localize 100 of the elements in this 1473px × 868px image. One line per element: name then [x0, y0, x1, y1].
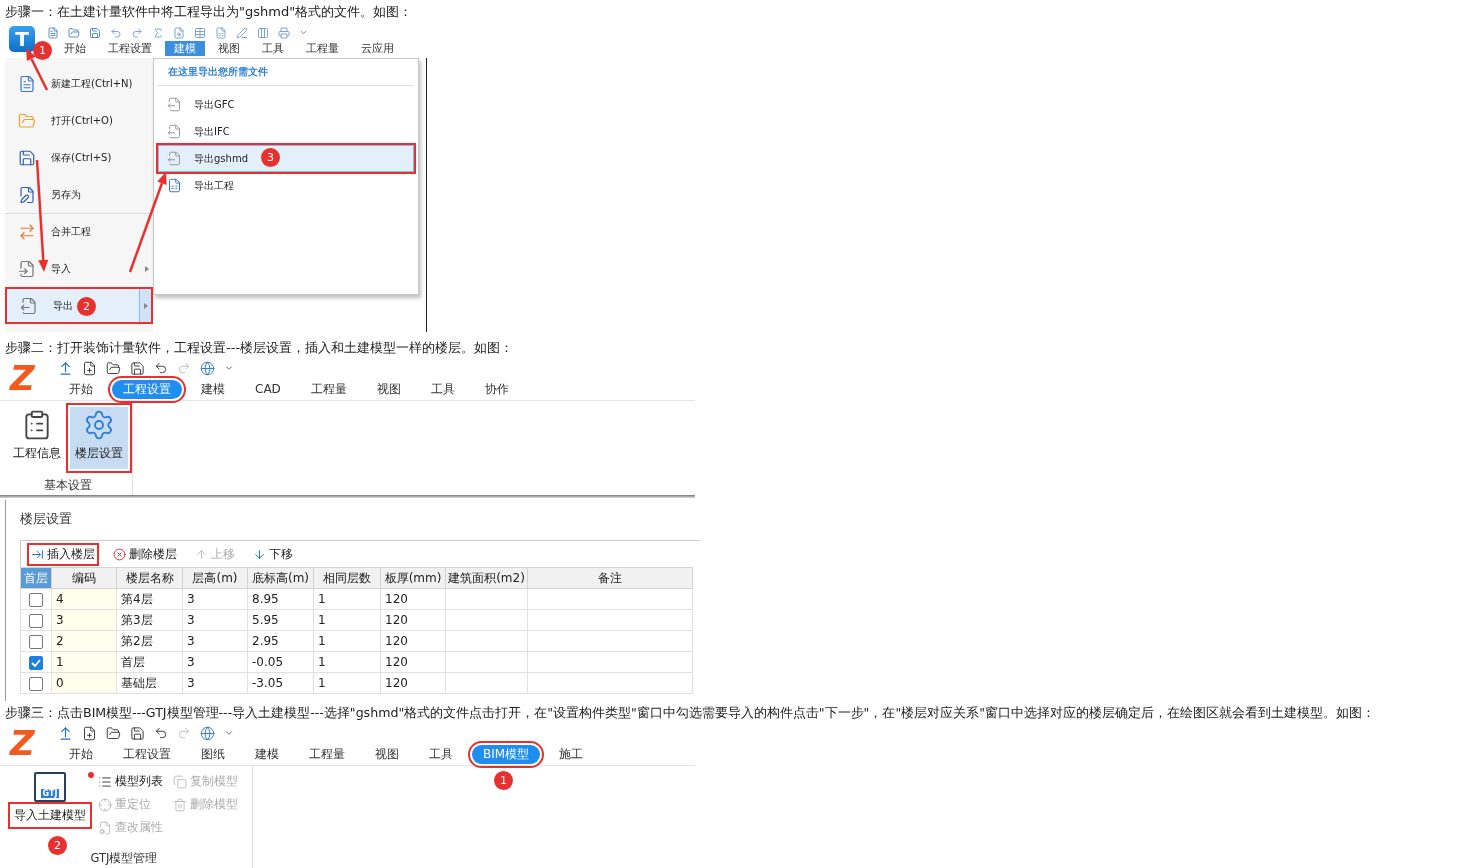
ribbon-tab[interactable]: 工程设置 — [112, 744, 182, 764]
file-import-icon — [18, 260, 36, 278]
checkbox[interactable] — [29, 676, 43, 691]
submenu-header: 在这里导出您所需文件 — [158, 59, 414, 86]
ribbon-tab[interactable]: 协作 — [473, 379, 520, 399]
submenu-item[interactable]: 导出IFC — [158, 118, 414, 145]
submenu-item[interactable]: 导出gshmd 3 — [158, 145, 414, 172]
column-header: 备注 — [527, 567, 693, 589]
ribbon-tab[interactable]: 开始 — [58, 379, 104, 399]
toolbar-button[interactable]: 插入楼层 — [27, 542, 99, 566]
menu-label: 合并工程 — [51, 225, 91, 239]
step-number: 2 — [77, 297, 96, 316]
ribbon-tab[interactable]: 工程量 — [297, 41, 348, 56]
folder-icon[interactable] — [106, 360, 121, 376]
ribbon-button[interactable]: 模型列表 — [98, 772, 163, 792]
down-arrow-icon — [253, 547, 266, 561]
step-caption: 步骤一：在土建计量软件中将工程导出为"gshmd"格式的文件。如图： — [4, 3, 414, 21]
up-arrow-icon — [195, 547, 208, 561]
step-number: 2 — [48, 836, 67, 856]
step-caption: 步骤三：点击BIM模型---GTJ模型管理---导入土建模型---选择"gshmd"格式的文件点击打开，在"设置构件类型"窗口中勾选需要导入的构件点击"下一步"，在"楼层对应关系"窗口中选择对应的楼层确定后，在绘图区就会看到土建模型。如图： — [4, 704, 1376, 723]
group-label: 基本设置 — [43, 478, 93, 495]
undo-icon[interactable] — [154, 726, 168, 741]
ribbon-tab[interactable]: 开始 — [55, 41, 95, 56]
ribbon-tab[interactable]: 施工 — [548, 744, 595, 764]
toolbar-button[interactable]: 删除楼层 — [109, 542, 181, 566]
ribbon-tab[interactable]: 工具 — [419, 379, 466, 399]
toolbar-button[interactable]: 下移 — [249, 542, 297, 566]
upload-icon[interactable] — [58, 725, 73, 741]
column-header: 相同层数 — [313, 567, 381, 589]
ribbon-tab[interactable]: 视图 — [364, 744, 410, 764]
menu-item[interactable]: 导出 2 — [5, 287, 153, 324]
floor-settings-icon — [83, 409, 115, 442]
menu-item[interactable]: 导入 — [5, 250, 153, 287]
ribbon-tab[interactable]: 工具 — [253, 41, 293, 56]
undo-icon[interactable] — [154, 361, 168, 376]
menu-item[interactable]: 另存为 — [5, 176, 153, 213]
ribbon-tab[interactable]: CAD — [244, 381, 292, 398]
ribbon-tab[interactable]: 开始 — [58, 744, 104, 764]
ribbon-tab[interactable]: 建模 — [190, 379, 236, 399]
new-file-icon[interactable] — [82, 725, 97, 741]
checkbox[interactable] — [29, 655, 43, 670]
folder-icon[interactable] — [106, 725, 121, 741]
menu-label: 另存为 — [51, 188, 81, 202]
ribbon-button[interactable]: 工程信息 — [8, 407, 66, 470]
save-icon — [18, 186, 36, 204]
save-icon[interactable] — [89, 26, 101, 39]
column-header: 首层 — [20, 567, 52, 589]
save-icon[interactable] — [130, 725, 145, 741]
submenu-label: 导出工程 — [194, 178, 234, 193]
ribbon-tab[interactable]: 视图 — [365, 379, 412, 399]
save-icon — [18, 149, 36, 167]
redo-icon[interactable] — [131, 26, 143, 39]
caret-icon — [143, 302, 148, 309]
save-icon[interactable] — [130, 360, 145, 376]
new-file-icon[interactable] — [82, 360, 97, 376]
checkbox[interactable] — [29, 634, 43, 649]
menu-item[interactable]: 新建工程(Ctrl+N) — [5, 65, 153, 102]
column-header: 楼层名称 — [116, 567, 183, 589]
sigma-icon[interactable] — [152, 26, 164, 39]
ribbon-tab[interactable]: 图纸 — [190, 744, 236, 764]
printer-icon[interactable] — [278, 26, 290, 39]
globe-icon[interactable] — [200, 725, 215, 741]
caret-icon[interactable] — [299, 28, 308, 37]
ribbon-tab[interactable]: 视图 — [209, 41, 249, 56]
submenu-label: 导出GFC — [194, 97, 235, 112]
upload-icon[interactable] — [58, 360, 73, 376]
menu-label: 导出 — [53, 298, 73, 313]
ribbon-tab[interactable]: 工程量 — [299, 379, 358, 399]
file-export-icon — [167, 151, 182, 166]
step-caption: 步骤二：打开装饰计量软件，工程设置---楼层设置，插入和土建模型一样的楼层。如图： — [4, 339, 515, 358]
ribbon-tab[interactable]: 工具 — [418, 744, 464, 764]
submenu-item[interactable]: 导出工程 — [158, 172, 414, 199]
checkbox[interactable] — [29, 592, 43, 607]
folder-icon — [18, 112, 36, 130]
menu-label: 导入 — [51, 262, 71, 276]
globe-icon[interactable] — [200, 360, 215, 376]
column-header: 建筑面积(m2) — [445, 567, 528, 589]
ribbon-tab[interactable]: 云应用 — [352, 41, 403, 56]
column-header: 板厚(mm) — [380, 567, 446, 589]
submenu-item[interactable]: 导出GFC — [158, 91, 414, 118]
ribbon-tab[interactable]: 工程量 — [298, 744, 356, 764]
trash-icon — [173, 797, 187, 812]
delete-icon — [113, 547, 126, 561]
document-icon[interactable] — [47, 26, 59, 39]
menu-item[interactable]: 打开(Ctrl+O) — [5, 102, 153, 139]
panel-title: 楼层设置 — [20, 510, 73, 529]
columns-icon[interactable] — [257, 26, 269, 39]
icon-badge: GTJ — [40, 789, 60, 799]
checkbox[interactable] — [29, 613, 43, 628]
file-export-icon — [167, 124, 182, 139]
sheet-icon[interactable] — [215, 26, 227, 39]
table-icon[interactable] — [194, 26, 206, 39]
pen-icon[interactable] — [236, 26, 248, 39]
menu-item[interactable]: 保存(Ctrl+S) — [5, 139, 153, 176]
ribbon-tab[interactable]: 工程设置 — [99, 41, 161, 56]
menu-label: 新建工程(Ctrl+N) — [51, 77, 133, 91]
search-document-icon[interactable] — [173, 26, 185, 39]
menu-label: 打开(Ctrl+O) — [51, 114, 113, 128]
ribbon-tab[interactable]: 建模 — [244, 744, 290, 764]
file-settings-icon — [98, 820, 112, 835]
